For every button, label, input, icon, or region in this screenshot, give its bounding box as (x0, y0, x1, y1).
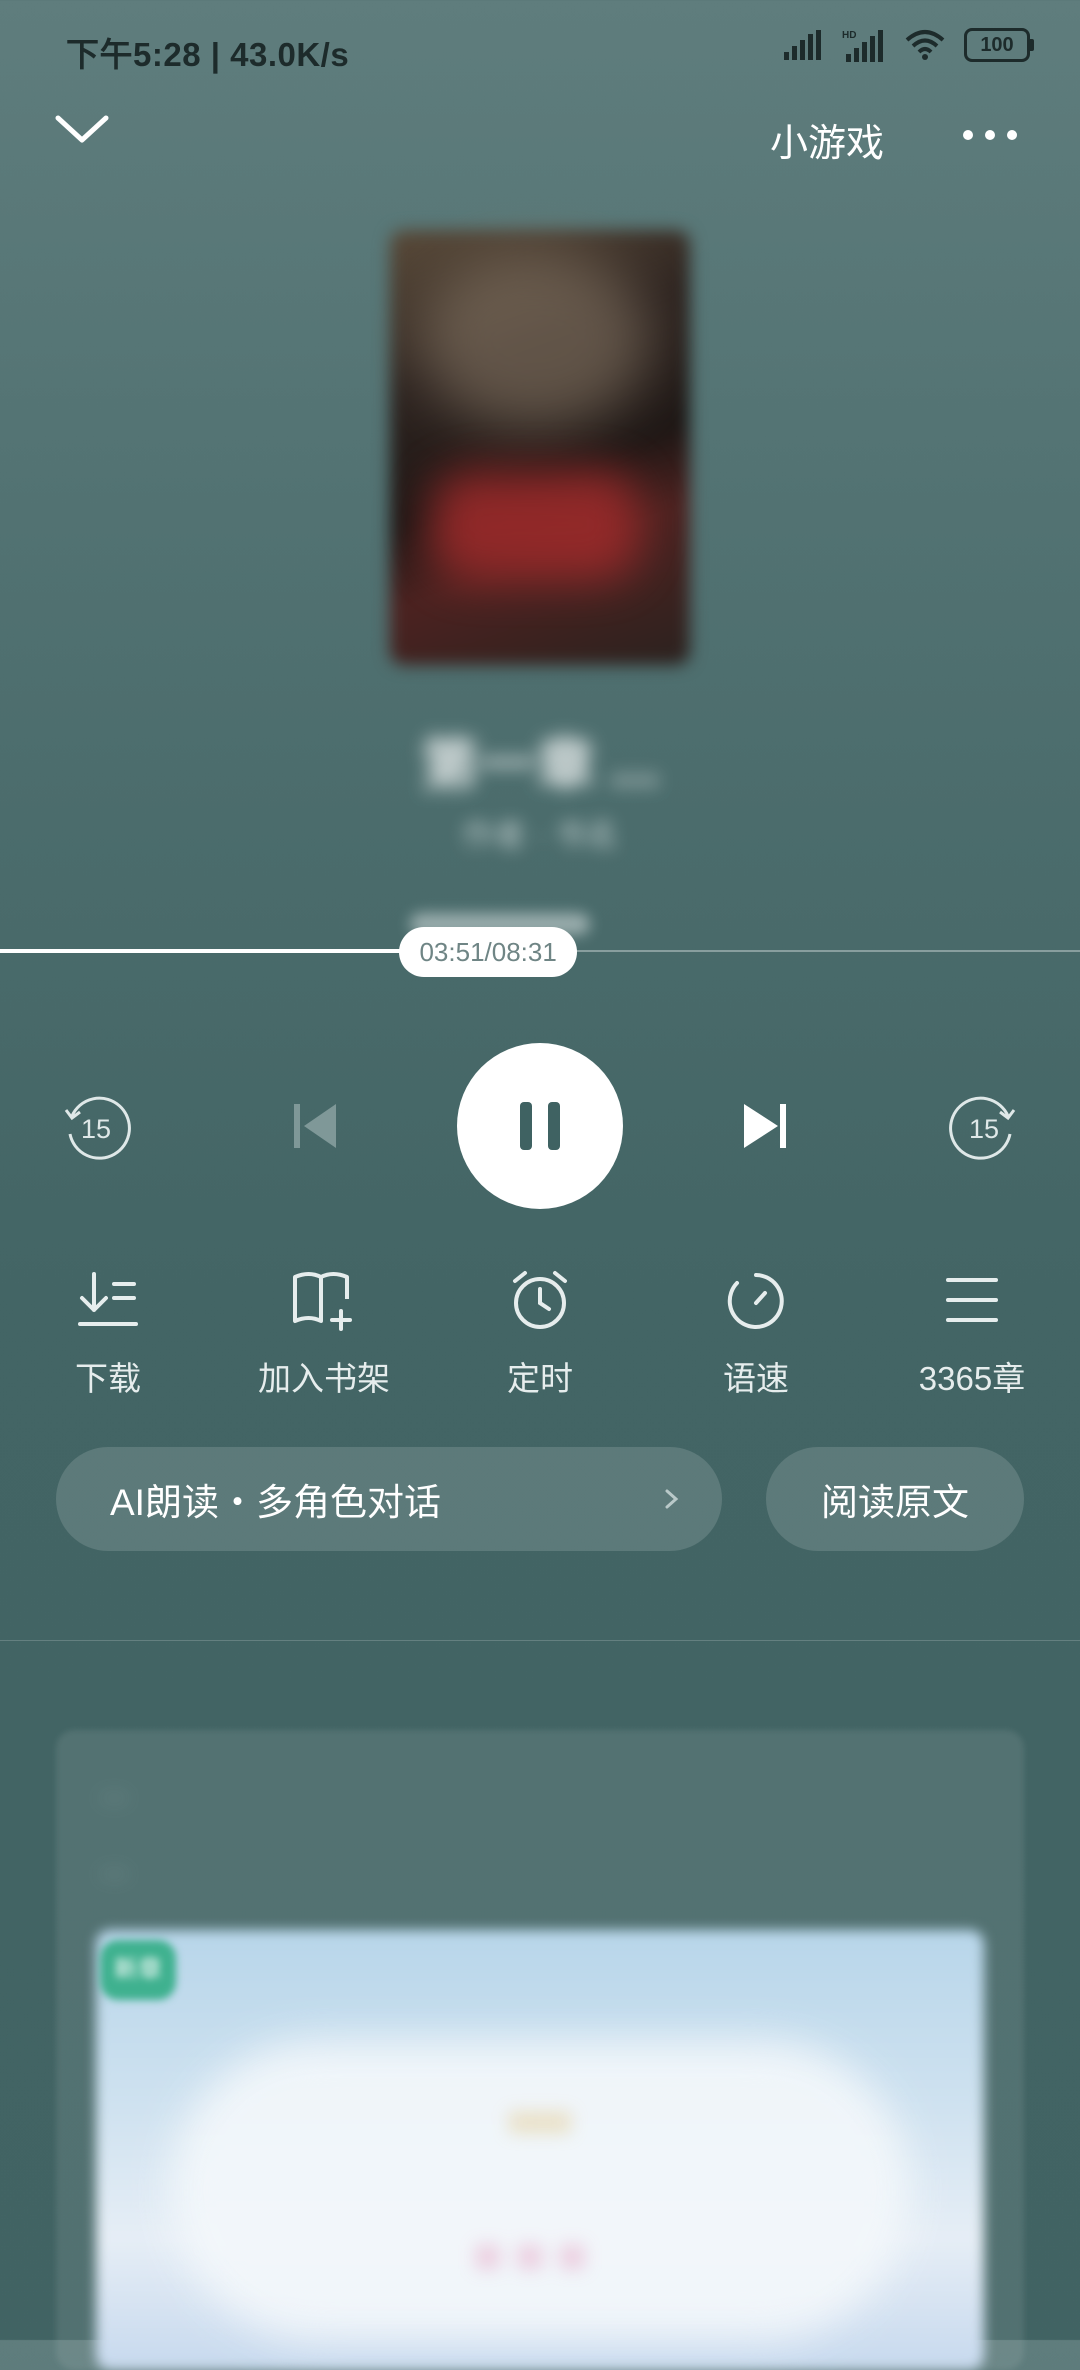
speech-speed-button[interactable]: 语速 (666, 1260, 846, 1400)
add-to-bookshelf-button[interactable]: 加入书架 (234, 1260, 414, 1400)
more-button[interactable] (960, 120, 1020, 150)
status-time: 下午5:28 | 43.0K/s (66, 36, 350, 73)
timer-button[interactable]: 定时 (450, 1260, 630, 1400)
chapter-title: 第一章 ... (420, 733, 660, 798)
cellular-signal-icon (784, 30, 821, 60)
add-to-bookshelf-label: 加入书架 (258, 1360, 390, 1397)
add-bookshelf-icon (293, 1272, 352, 1331)
banner-title: ... (509, 2061, 571, 2144)
battery-level: 100 (964, 28, 1030, 62)
download-button[interactable]: 下载 (18, 1260, 198, 1400)
battery-icon: 100 (964, 28, 1034, 62)
pause-button[interactable] (457, 1043, 623, 1209)
rewind-15-button[interactable]: 15 (58, 1090, 134, 1166)
cover-title-art (430, 470, 640, 580)
read-original-button[interactable]: 阅读原文 (766, 1447, 1024, 1551)
chevron-right-icon (665, 1489, 679, 1509)
progress-thumb-time[interactable]: 03:51/08:31 (399, 927, 578, 977)
speed-gauge-icon (727, 1273, 784, 1329)
ai-read-button[interactable]: AI朗读・多角色对话 (56, 1447, 722, 1551)
alarm-clock-icon (513, 1271, 567, 1329)
ai-read-label: AI朗读・多角色对话 (110, 1482, 441, 1523)
mini-game-button[interactable]: 小游戏 (770, 112, 884, 167)
forward-seconds: 15 (969, 1114, 999, 1144)
section-divider (0, 1640, 1080, 1641)
cover-highlight (420, 250, 650, 430)
rewind-seconds: 15 (81, 1114, 111, 1144)
timer-label: 定时 (507, 1360, 573, 1397)
wifi-icon (905, 30, 945, 60)
rewind-15-icon: 15 (64, 1096, 131, 1160)
previous-chapter-button[interactable] (286, 1096, 346, 1156)
pause-icon (520, 1102, 560, 1150)
status-icons: HD 100 (782, 28, 1034, 62)
banner-subtitle: ... (476, 2191, 604, 2280)
book-meta: 作者 · 书名 (461, 817, 619, 853)
next-chapter-button[interactable] (736, 1096, 796, 1156)
more-dots-icon (963, 130, 1017, 140)
chapter-list-icon (946, 1278, 998, 1322)
chapter-list-button[interactable]: 3365章 (882, 1260, 1062, 1400)
download-label: 下载 (75, 1360, 141, 1397)
card-text: ... (100, 1770, 129, 1808)
skip-next-icon (744, 1104, 786, 1148)
speech-speed-label: 语速 (723, 1360, 789, 1397)
chapter-count-label: 3365章 (918, 1360, 1026, 1397)
forward-15-icon: 15 (949, 1096, 1016, 1160)
svg-text:HD: HD (842, 30, 856, 41)
new-chapter-badge: 新章 (100, 1940, 176, 2000)
chevron-down-icon (55, 115, 109, 143)
collapse-button[interactable] (52, 110, 112, 160)
hd-signal-icon: HD (842, 30, 883, 62)
download-icon (78, 1272, 138, 1326)
card-text-line2: ... (100, 1846, 129, 1884)
skip-previous-icon (294, 1104, 336, 1148)
forward-15-button[interactable]: 15 (946, 1090, 1022, 1166)
